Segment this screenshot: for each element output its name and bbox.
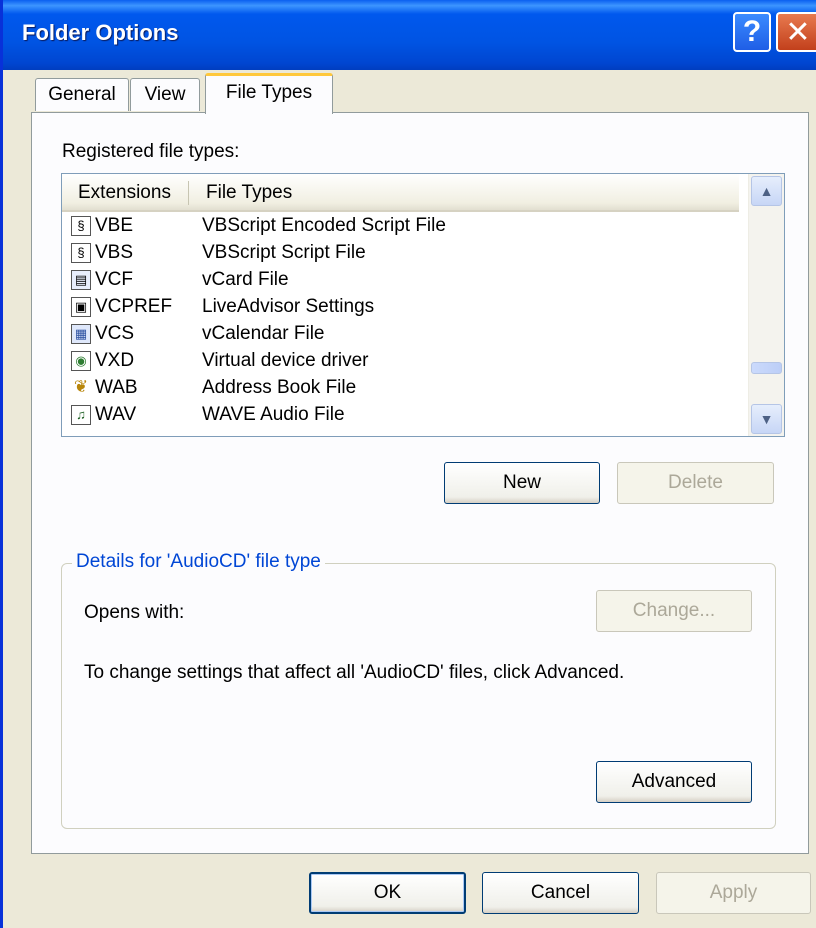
scroll-down-button[interactable]: ▼ [751,404,782,434]
advanced-button[interactable]: Advanced [596,761,752,803]
tab-label: File Types [225,82,313,103]
list-item[interactable]: ▦ VCS vCalendar File [62,321,739,348]
title-bar[interactable]: Folder Options ? ✕ [3,0,816,70]
help-icon: ? [742,15,762,48]
button-label: Apply [709,882,758,903]
tab-general[interactable]: General [35,78,129,111]
list-item-type: VBScript Encoded Script File [202,215,446,236]
advanced-description: To change settings that affect all 'Audi… [84,662,625,683]
list-item[interactable]: ▣ VCPREF LiveAdvisor Settings [62,294,739,321]
new-button[interactable]: New [444,462,600,504]
list-item-type: Virtual device driver [202,350,369,371]
button-label: New [502,472,541,493]
list-item[interactable]: ♫ WAV WAVE Audio File [62,402,739,429]
list-item-type: VBScript Script File [202,242,366,263]
list-item-extension: VCPREF [95,296,173,317]
list-item-extension: WAB [95,377,138,398]
list-item-type: WAVE Audio File [202,404,345,425]
address-book-icon: ❦ [73,377,89,396]
button-label: Delete [668,472,723,493]
list-item-extension: VXD [95,350,135,371]
ok-button[interactable]: OK [309,872,466,914]
list-item[interactable]: ▤ VCF vCard File [62,267,739,294]
list-item[interactable]: § VBS VBScript Script File [62,240,739,267]
delete-button[interactable]: Delete [617,462,774,504]
list-item-type: vCalendar File [202,323,325,344]
button-label: Cancel [530,882,591,903]
calendar-icon: ▦ [71,324,91,344]
list-item-extension: WAV [95,404,137,425]
window-title: Folder Options [22,20,179,45]
opens-with-label: Opens with: [84,602,185,623]
settings-file-icon: ▣ [71,297,91,317]
vcard-icon: ▤ [71,270,91,290]
button-label: OK [373,882,402,903]
audio-file-icon: ♫ [71,405,91,425]
close-icon: ✕ [785,15,811,49]
list-item[interactable]: § VBE VBScript Encoded Script File [62,213,739,240]
file-types-panel: Registered file types: Extensions File T… [31,112,809,854]
list-header: Extensions File Types [62,174,739,212]
button-label: Change... [632,600,716,621]
details-group-title: Details for 'AudioCD' file type [72,551,325,573]
cancel-button[interactable]: Cancel [482,872,639,914]
tab-view[interactable]: View [130,78,200,111]
list-item-extension: VBS [95,242,134,263]
script-icon: § [71,243,91,263]
column-divider[interactable] [188,181,189,205]
help-button[interactable]: ? [733,12,771,52]
list-item-extension: VCS [95,323,135,344]
chevron-down-icon: ▼ [759,411,774,427]
button-label: Advanced [631,771,717,792]
vertical-scrollbar[interactable]: ▲ ▼ [748,174,784,436]
folder-options-window: Folder Options ? ✕ General View File Typ… [0,0,816,928]
change-button[interactable]: Change... [596,590,752,632]
column-header-extensions[interactable]: Extensions [78,182,171,204]
script-icon: § [71,216,91,236]
scroll-up-button[interactable]: ▲ [751,176,782,206]
tab-label: View [144,84,186,105]
tab-label: General [48,84,116,105]
list-item-extension: VCF [95,269,133,290]
chevron-up-icon: ▲ [759,183,774,199]
list-item-type: LiveAdvisor Settings [202,296,375,317]
registered-file-types-label: Registered file types: [62,141,240,162]
driver-icon: ◉ [71,351,91,371]
list-item-type: vCard File [202,269,289,290]
close-button[interactable]: ✕ [776,12,816,52]
list-item[interactable]: ❦ WAB Address Book File [62,375,739,402]
list-item[interactable]: ◉ VXD Virtual device driver [62,348,739,375]
tab-file-types[interactable]: File Types [205,73,333,114]
details-group: Details for 'AudioCD' file type Opens wi… [61,551,776,829]
file-types-list[interactable]: Extensions File Types § VBE VBScript Enc… [61,173,785,437]
apply-button[interactable]: Apply [656,872,811,914]
list-item-type: Address Book File [202,377,357,398]
list-item-extension: VBE [95,215,134,236]
scroll-thumb[interactable] [751,362,782,374]
column-header-file-types[interactable]: File Types [206,182,292,204]
